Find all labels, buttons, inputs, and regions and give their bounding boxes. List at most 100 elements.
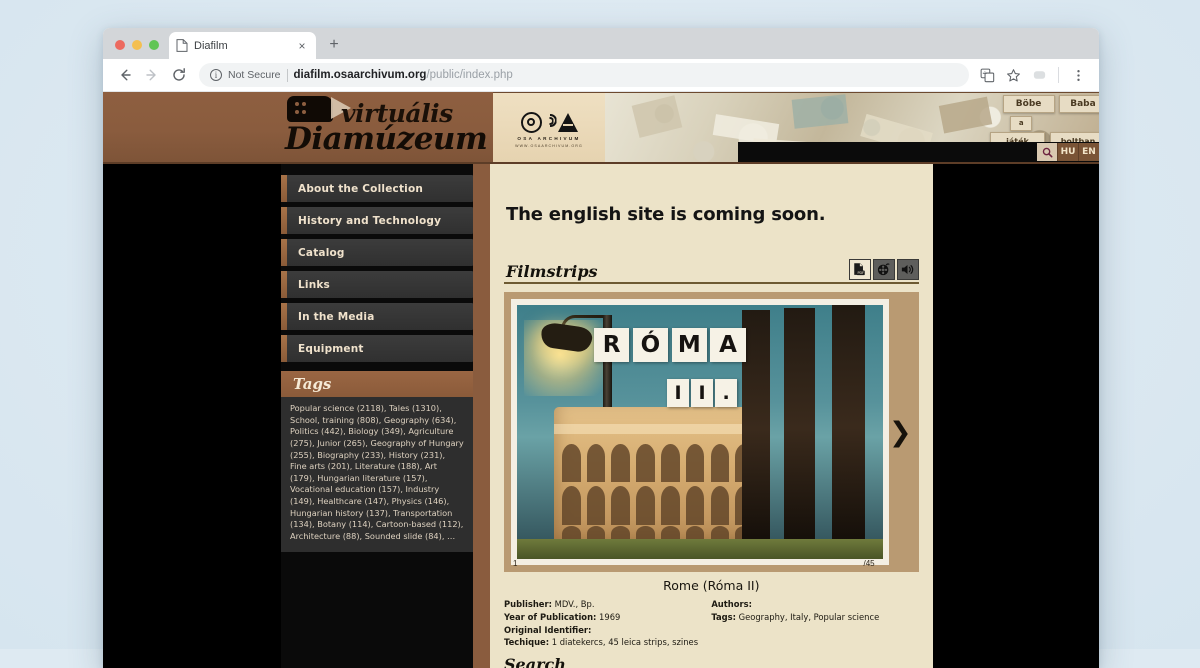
language-button-hu[interactable]: HU [1057, 143, 1078, 161]
security-status-label: Not Secure [228, 69, 281, 81]
language-button-en[interactable]: EN [1078, 143, 1099, 161]
sidebar-item-label: Equipment [298, 343, 364, 355]
sidebar-item-label: Catalog [298, 247, 345, 259]
metadata-column-right: Authors:Tags: Geography, Italy, Popular … [711, 598, 918, 649]
url-text: diafilm.osaarchivum.org/public/index.php [294, 69, 513, 81]
site-banner: OSA ARCHIVUM WWW.OSAARCHIVUM.ORG BöbeBab… [493, 92, 1099, 162]
banner-tile: Baba [1059, 95, 1099, 113]
metadata-row: Techique: 1 diatekercs, 45 leica strips,… [504, 636, 711, 649]
film-reel-glyph [876, 262, 891, 277]
osa-archivum-logo[interactable]: OSA ARCHIVUM WWW.OSAARCHIVUM.ORG [493, 93, 605, 162]
notice-text: The english site is coming soon. [504, 164, 919, 225]
sidebar-item-about-the-collection[interactable]: About the Collection [281, 175, 473, 202]
sidebar-item-links[interactable]: Links [281, 271, 473, 298]
banner-tile: Böbe [1003, 95, 1055, 113]
site-search-bar[interactable]: HU EN [738, 142, 1099, 162]
osa-title: OSA ARCHIVUM [517, 136, 580, 141]
close-window-button[interactable] [115, 40, 125, 50]
bookmark-star-icon[interactable] [1001, 63, 1025, 87]
slide-frame: RÓMA II. [511, 299, 889, 565]
slide-title-letters: RÓMA [594, 328, 746, 362]
slide-caption: Rome (Róma II) [504, 578, 919, 593]
film-reel-icon[interactable] [873, 259, 895, 280]
slide-metadata: Publisher: MDV., Bp.Year of Publication:… [504, 598, 919, 649]
page-viewport: virtuális Diamúzeum OSA ARCHIVUM WWW.OSA… [103, 92, 1099, 668]
osa-waves-icon [544, 113, 556, 131]
slide-title-letter: Ó [633, 328, 668, 362]
metadata-label: Tags: [711, 612, 736, 622]
slide-title-letter: M [672, 328, 707, 362]
tags-panel-header: Tags [281, 371, 473, 397]
content-wrapper: The english site is coming soon. Filmstr… [473, 164, 1099, 668]
minimize-window-button[interactable] [132, 40, 142, 50]
slide-subtitle-letter: I [667, 379, 689, 407]
forward-button[interactable] [139, 63, 164, 88]
three-dots-glyph [1071, 68, 1086, 83]
left-gutter [103, 164, 281, 668]
reload-icon [171, 67, 187, 83]
magnifier-icon[interactable] [1037, 143, 1057, 161]
omnibox-divider [287, 69, 288, 82]
search-section-heading: Search [504, 655, 919, 668]
sidebar-item-label: In the Media [298, 311, 374, 323]
osa-logo-mark [521, 112, 578, 133]
tags-panel: Tags Popular science (2118), Tales (1310… [281, 371, 473, 552]
address-bar[interactable]: i Not Secure diafilm.osaarchivum.org/pub… [199, 63, 969, 87]
sidebar-item-label: About the Collection [298, 183, 423, 195]
reload-button[interactable] [166, 63, 191, 88]
osa-subtitle: WWW.OSAARCHIVUM.ORG [515, 144, 583, 148]
tags-list[interactable]: Popular science (2118), Tales (1310), Sc… [281, 397, 473, 552]
slide-subtitle-letters: II. [667, 379, 737, 407]
content-left-rule [473, 164, 490, 668]
url-host: diafilm.osaarchivum.org [294, 69, 427, 81]
back-button[interactable] [112, 63, 137, 88]
metadata-label: Techique: [504, 637, 549, 647]
more-menu-icon[interactable] [1066, 63, 1090, 87]
sidebar-item-equipment[interactable]: Equipment [281, 335, 473, 362]
info-circle-icon: i [210, 69, 222, 81]
slide-projector-icon [287, 96, 333, 122]
metadata-label: Year of Publication: [504, 612, 596, 622]
sidebar-navigation: About the Collection History and Technolo… [281, 164, 473, 668]
slide-subtitle-letter: . [715, 379, 737, 407]
site-logo-zone: virtuális Diamúzeum [103, 92, 493, 162]
site-header: virtuális Diamúzeum OSA ARCHIVUM WWW.OSA… [103, 92, 1099, 164]
url-path: /public/index.php [426, 69, 512, 81]
slide-subtitle-letter: I [691, 379, 713, 407]
osa-ring-icon [521, 112, 542, 133]
speaker-glyph [900, 262, 915, 277]
metadata-row: Authors: [711, 598, 918, 611]
translate-glyph [980, 68, 995, 83]
banner-tile: a [1010, 116, 1032, 131]
translate-icon[interactable] [975, 63, 999, 87]
sidebar-item-label: History and Technology [298, 215, 441, 227]
right-gutter [941, 164, 1099, 668]
metadata-value: 1 diatekercs, 45 leica strips, szines [549, 637, 698, 647]
sidebar-item-in-the-media[interactable]: In the Media [281, 303, 473, 330]
main-content: The english site is coming soon. Filmstr… [490, 164, 933, 668]
maximize-window-button[interactable] [149, 40, 159, 50]
metadata-label: Publisher: [504, 599, 552, 609]
svg-text:PDF: PDF [858, 271, 865, 275]
sidebar-menu: About the Collection History and Technolo… [281, 175, 473, 362]
sidebar-item-catalog[interactable]: Catalog [281, 239, 473, 266]
browser-tab[interactable]: Diafilm × [169, 32, 316, 59]
page-body: About the Collection History and Technolo… [103, 164, 1099, 668]
slide-page-current: 1 [513, 559, 517, 568]
slide-page-total: /45 [864, 559, 875, 568]
colosseum-illustration [554, 407, 763, 549]
new-tab-button[interactable]: + [321, 32, 347, 58]
metadata-row: Original Identifier: [504, 624, 711, 637]
sidebar-item-history-and-technology[interactable]: History and Technology [281, 207, 473, 234]
magnifier-glyph [1042, 147, 1053, 158]
speaker-icon[interactable] [897, 259, 919, 280]
close-tab-button[interactable]: × [295, 39, 309, 53]
site-logo[interactable]: virtuális Diamúzeum [279, 94, 479, 162]
metadata-value: MDV., Bp. [552, 599, 595, 609]
metadata-value: 1969 [596, 612, 620, 622]
pdf-document-icon[interactable]: PDF [849, 259, 871, 280]
next-slide-button[interactable]: ❯ [889, 417, 912, 448]
metadata-row: Publisher: MDV., Bp. [504, 598, 711, 611]
slide-image[interactable]: RÓMA II. [517, 305, 883, 559]
extension-icon[interactable] [1027, 63, 1051, 87]
